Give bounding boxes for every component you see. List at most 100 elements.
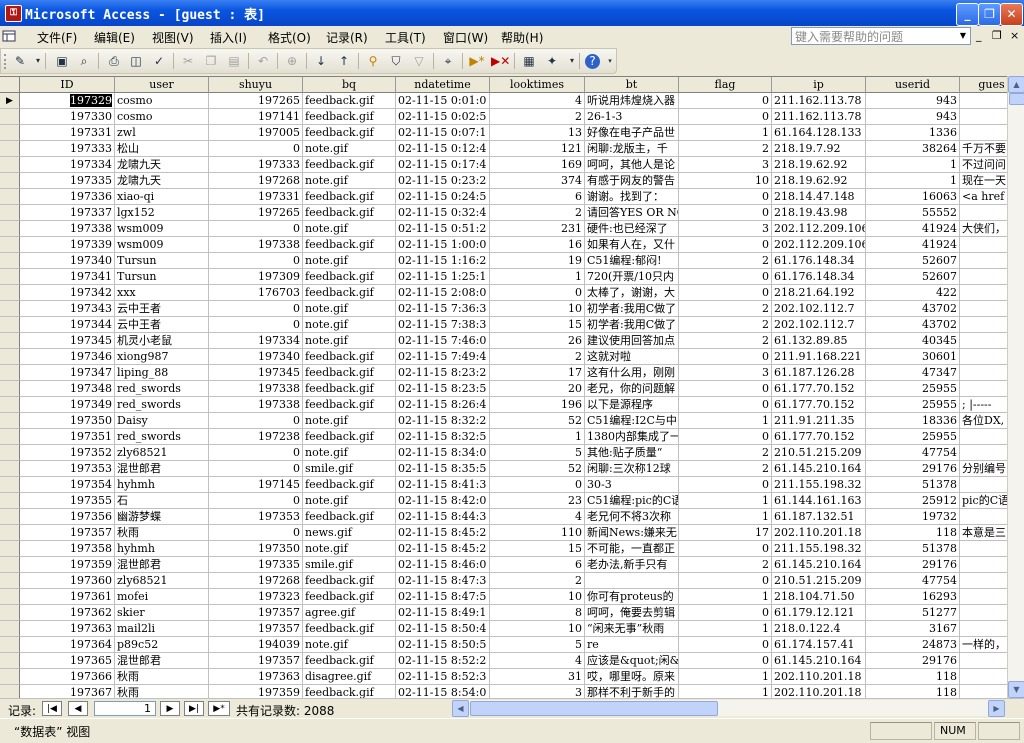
table-cell[interactable]: 0	[679, 109, 772, 125]
table-cell[interactable]: 02-11-15 8:44:3	[396, 509, 490, 525]
record-selector[interactable]	[0, 381, 20, 397]
table-cell[interactable]: 1	[679, 413, 772, 429]
record-selector[interactable]	[0, 589, 20, 605]
table-cell[interactable]: 石	[115, 493, 209, 509]
table-row[interactable]: 197345 机灵小老鼠 197334 note.gif 02-11-15 7:46:0…	[0, 333, 1024, 349]
record-selector[interactable]	[0, 477, 20, 493]
record-selector[interactable]	[0, 173, 20, 189]
table-cell[interactable]: 197333	[209, 157, 303, 173]
close-button[interactable]: ✕	[1000, 3, 1023, 26]
table-cell[interactable]: 29176	[866, 653, 960, 669]
table-cell[interactable]: p89c52	[115, 637, 209, 653]
table-cell[interactable]: 02-11-15 0:32:4	[396, 205, 490, 221]
table-cell[interactable]: 秋雨	[115, 525, 209, 541]
table-cell[interactable]: mail2li	[115, 621, 209, 637]
table-cell[interactable]: 0	[490, 285, 585, 301]
table-cell[interactable]: 0	[679, 397, 772, 413]
table-cell[interactable]: note.gif	[303, 493, 396, 509]
table-cell[interactable]: 38264	[866, 141, 960, 157]
table-cell[interactable]: 29176	[866, 461, 960, 477]
table-cell[interactable]: 197343	[20, 301, 115, 317]
table-cell[interactable]: 0	[209, 445, 303, 461]
table-cell[interactable]: feedback.gif	[303, 285, 396, 301]
table-cell[interactable]: 210.51.215.209	[772, 573, 866, 589]
table-cell[interactable]: 61.177.70.152	[772, 429, 866, 445]
table-row[interactable]: 197354 hyhmh 197145 feedback.gif 02-11-15 8:…	[0, 477, 1024, 493]
table-cell[interactable]: 幽游梦蝶	[115, 509, 209, 525]
table-row[interactable]: 197351 red_swords 197238 feedback.gif 02-11-…	[0, 429, 1024, 445]
table-row[interactable]: 197348 red_swords 197338 feedback.gif 02-11-…	[0, 381, 1024, 397]
table-cell[interactable]: 02-11-15 7:49:4	[396, 349, 490, 365]
record-selector[interactable]: ▶	[0, 93, 20, 109]
table-cell[interactable]: feedback.gif	[303, 93, 396, 109]
table-cell[interactable]: 19732	[866, 509, 960, 525]
table-cell[interactable]: 闲聊:龙版主，千	[585, 141, 679, 157]
table-cell[interactable]: 47754	[866, 445, 960, 461]
table-cell[interactable]: agree.gif	[303, 605, 396, 621]
scroll-up-icon[interactable]: ▲	[1008, 76, 1024, 93]
table-row[interactable]: 197338 wsm009 0 note.gif 02-11-15 0:51:2 231 硬…	[0, 221, 1024, 237]
table-cell[interactable]: 197323	[209, 589, 303, 605]
table-cell[interactable]: 197365	[20, 653, 115, 669]
table-cell[interactable]: 10	[490, 589, 585, 605]
table-cell[interactable]: 龙啸九天	[115, 173, 209, 189]
table-cell[interactable]: 1	[679, 125, 772, 141]
table-row[interactable]: 197358 hyhmh 197350 note.gif 02-11-15 8:45:2…	[0, 541, 1024, 557]
table-cell[interactable]: 422	[866, 285, 960, 301]
table-cell[interactable]: feedback.gif	[303, 109, 396, 125]
table-cell[interactable]: 943	[866, 109, 960, 125]
table-cell[interactable]: wsm009	[115, 221, 209, 237]
table-cell[interactable]: 25955	[866, 429, 960, 445]
table-cell[interactable]: 2	[679, 557, 772, 573]
table-cell[interactable]: 61.176.148.34	[772, 269, 866, 285]
column-header-id[interactable]: ID	[20, 77, 115, 93]
previous-record-button[interactable]: ◀	[68, 701, 88, 716]
table-cell[interactable]: 02-11-15 8:23:2	[396, 365, 490, 381]
table-cell[interactable]: 720(开票/10只内	[585, 269, 679, 285]
table-cell[interactable]: 02-11-15 8:42:0	[396, 493, 490, 509]
table-cell[interactable]: 混世郎君	[115, 653, 209, 669]
table-cell[interactable]: 47754	[866, 573, 960, 589]
record-selector[interactable]	[0, 541, 20, 557]
table-cell[interactable]: 2	[679, 461, 772, 477]
table-cell[interactable]: 4	[490, 509, 585, 525]
table-cell[interactable]: 197345	[20, 333, 115, 349]
table-cell[interactable]: 3	[679, 365, 772, 381]
table-cell[interactable]: feedback.gif	[303, 509, 396, 525]
menu-window[interactable]: 窗口(W)	[443, 29, 488, 46]
table-cell[interactable]: 1	[866, 173, 960, 189]
table-cell[interactable]: 197145	[209, 477, 303, 493]
table-cell[interactable]: 0	[679, 477, 772, 493]
record-selector[interactable]	[0, 429, 20, 445]
next-record-button[interactable]: ▶	[160, 701, 180, 716]
table-cell[interactable]: 02-11-15 7:46:0	[396, 333, 490, 349]
table-cell[interactable]: 218.21.64.192	[772, 285, 866, 301]
table-cell[interactable]: 8	[490, 605, 585, 621]
vertical-scrollbar[interactable]: ▲ ▼	[1007, 76, 1024, 698]
table-row[interactable]: 197330 cosmo 197141 feedback.gif 02-11-15 0:…	[0, 109, 1024, 125]
table-cell[interactable]: 197333	[20, 141, 115, 157]
table-cell[interactable]: 02-11-15 8:47:3	[396, 573, 490, 589]
table-row[interactable]: 197331 zwl 197005 feedback.gif 02-11-15 0:07…	[0, 125, 1024, 141]
table-cell[interactable]: 0	[209, 141, 303, 157]
table-cell[interactable]: 02-11-15 7:36:3	[396, 301, 490, 317]
table-cell[interactable]: 197357	[209, 621, 303, 637]
table-cell[interactable]: 52607	[866, 253, 960, 269]
table-cell[interactable]: 196	[490, 397, 585, 413]
table-cell[interactable]: 云中王者	[115, 317, 209, 333]
table-cell[interactable]: wsm009	[115, 237, 209, 253]
table-cell[interactable]: 197265	[209, 205, 303, 221]
table-cell[interactable]: 197141	[209, 109, 303, 125]
table-row[interactable]: 197362 skier 197357 agree.gif 02-11-15 8:49:…	[0, 605, 1024, 621]
table-cell[interactable]: 秋雨	[115, 669, 209, 685]
table-cell[interactable]: 0	[679, 541, 772, 557]
table-cell[interactable]: 197338	[20, 221, 115, 237]
table-cell[interactable]: 2	[490, 205, 585, 221]
table-cell[interactable]: 02-11-15 8:35:5	[396, 461, 490, 477]
table-cell[interactable]: 61.145.210.164	[772, 557, 866, 573]
new-record-button[interactable]: ▶*	[208, 701, 230, 716]
record-selector[interactable]	[0, 141, 20, 157]
table-cell[interactable]: 15	[490, 317, 585, 333]
table-cell[interactable]: 好像在电子产品世	[585, 125, 679, 141]
record-selector[interactable]	[0, 397, 20, 413]
